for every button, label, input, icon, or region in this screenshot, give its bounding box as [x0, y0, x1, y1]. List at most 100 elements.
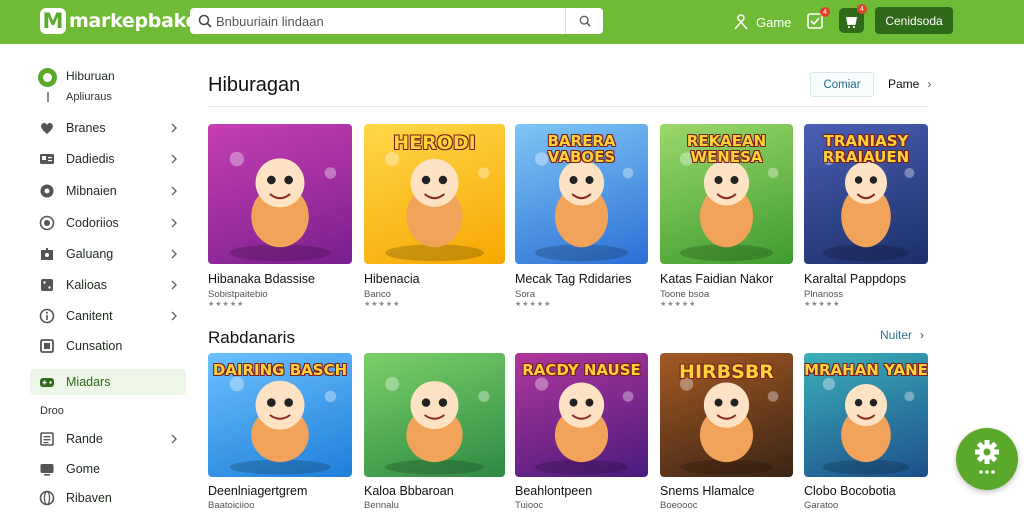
- game-logo-text: RACDY NAUSE: [522, 361, 641, 379]
- game-title[interactable]: Mecak Tag Rdidaries: [515, 272, 632, 286]
- sidebar-item-gome[interactable]: Gome: [30, 456, 186, 482]
- game-subtitle: Sobistpaitebio: [208, 289, 268, 300]
- chevron-right-icon: [171, 434, 177, 444]
- sidebar-item-miadars[interactable]: Miadars: [30, 369, 186, 395]
- chevron-right-icon: [171, 154, 177, 164]
- notifications-button[interactable]: 4: [806, 7, 830, 30]
- game-title[interactable]: Snems Hlamalce: [660, 484, 754, 498]
- game-subtitle: Bennalu: [364, 500, 399, 511]
- list-icon: [40, 432, 54, 446]
- sidebar-item-cunsation[interactable]: Cunsation: [30, 333, 186, 359]
- game-thumbnail[interactable]: TRANIASY RRAIAUEN: [804, 124, 928, 264]
- sidebar-item-rande[interactable]: Rande: [30, 426, 186, 452]
- section-title: Rabdanaris: [208, 328, 295, 347]
- sidebar-item-canitent[interactable]: Canitent: [30, 303, 186, 329]
- game-thumbnail[interactable]: REKAEAN WENESA: [660, 124, 793, 264]
- sidebar: Hiburuan Apliuraus Branes Dadiedis Mibnaie…: [0, 44, 190, 512]
- search-button[interactable]: [565, 8, 603, 34]
- sidebar-item-codoriios[interactable]: Codoriios: [30, 210, 186, 236]
- game-title[interactable]: Beahlontpeen: [515, 484, 592, 498]
- chevron-right-icon: [171, 123, 177, 133]
- game-title[interactable]: Hibenacia: [364, 272, 420, 286]
- game-thumbnail[interactable]: [208, 124, 352, 264]
- game-logo-text: HIRBSBR: [679, 361, 774, 383]
- game-title[interactable]: Karaltal Pappdops: [804, 272, 906, 286]
- chevron-right-icon: [171, 311, 177, 321]
- sidebar-item-label: Ribaven: [66, 491, 112, 505]
- tab-comiar[interactable]: Comiar: [810, 72, 874, 97]
- game-thumbnail[interactable]: [364, 353, 505, 477]
- cart-button[interactable]: 4: [839, 4, 867, 33]
- sidebar-item-mibnaien[interactable]: Mibnaien: [30, 178, 186, 204]
- section-more-link[interactable]: Nuiter ›: [880, 328, 924, 342]
- gear-icon: [975, 440, 999, 474]
- game-thumbnail[interactable]: HERODI: [364, 124, 505, 264]
- sidebar-item-kalioas[interactable]: Kalioas: [30, 272, 186, 298]
- game-link[interactable]: Game: [734, 0, 791, 44]
- game-thumbnail[interactable]: BARERA VABOES: [515, 124, 648, 264]
- chevron-right-icon: [171, 186, 177, 196]
- sidebar-item-label: Cunsation: [66, 339, 123, 353]
- chevron-right-icon: [171, 218, 177, 228]
- profile-name: Hiburuan: [66, 69, 115, 83]
- game-title[interactable]: Kaloa Bbbaroan: [364, 484, 454, 498]
- sidebar-item-dadiedis[interactable]: Dadiedis: [30, 146, 186, 172]
- game-thumbnail[interactable]: HIRBSBR: [660, 353, 793, 477]
- game-subtitle: Banco: [364, 289, 391, 300]
- square-icon: [40, 339, 54, 353]
- sidebar-item-galuang[interactable]: Galuang: [30, 241, 186, 267]
- game-subtitle: Baatoiciioo: [208, 500, 255, 511]
- rating-stars-icon: ★★★★★: [804, 301, 841, 308]
- more-link[interactable]: Pame ›: [888, 77, 931, 91]
- logo-mark: M: [40, 8, 66, 34]
- search-input[interactable]: [216, 11, 556, 31]
- tv-icon: [40, 464, 54, 476]
- game-art: [229, 151, 337, 262]
- game-title[interactable]: Hibanaka Bdassise: [208, 272, 315, 286]
- primary-cta-button[interactable]: Cenidsoda: [875, 7, 953, 34]
- sidebar-item-label: Canitent: [66, 309, 113, 323]
- notification-badge: 4: [820, 7, 830, 17]
- game-title[interactable]: Deenlniagertgrem: [208, 484, 307, 498]
- sidebar-item-label: Miadars: [66, 375, 111, 389]
- chevron-right-icon: ›: [927, 77, 932, 91]
- game-art: [385, 376, 490, 475]
- globe-icon: [39, 490, 55, 506]
- sidebar-item-label: Codoriios: [66, 216, 119, 230]
- game-thumbnail[interactable]: MRAHAN YANE: [804, 353, 928, 477]
- search-icon: [579, 15, 591, 27]
- divider-icon: [47, 92, 49, 102]
- sidebar-item-label: Gome: [66, 462, 101, 476]
- sidebar-item-ribaven[interactable]: Ribaven: [30, 485, 186, 511]
- info-icon: [39, 308, 55, 324]
- search-icon: [198, 14, 212, 28]
- game-logo-text: MRAHAN YANE: [804, 361, 928, 379]
- sidebar-item-branes[interactable]: Branes: [30, 115, 186, 141]
- game-link-label: Game: [756, 14, 792, 30]
- game-title[interactable]: Clobo Bocobotia: [804, 484, 896, 498]
- logo[interactable]: M markepbake: [40, 7, 198, 35]
- game-subtitle: Tuiooc: [515, 500, 544, 511]
- game-thumbnail[interactable]: RACDY NAUSE: [515, 353, 648, 477]
- top-bar: M markepbake Game 4: [0, 0, 1024, 44]
- game-subtitle: Boeoooc: [660, 500, 698, 511]
- chat-icon: [40, 184, 54, 198]
- rating-stars-icon: ★★★★★: [208, 301, 245, 308]
- game-thumbnail[interactable]: DAIRING BASCH: [208, 353, 352, 477]
- game-subtitle: Toone bsoa: [660, 289, 710, 300]
- search-bar: [190, 8, 603, 34]
- id-card-icon: [40, 154, 54, 164]
- cart-badge: 4: [857, 4, 867, 14]
- game-title[interactable]: Katas Faidian Nakor: [660, 272, 773, 286]
- divider: [208, 106, 928, 107]
- chevron-right-icon: [171, 249, 177, 259]
- rating-stars-icon: ★★★★★: [660, 301, 697, 308]
- target-icon: [39, 215, 55, 231]
- page-title: Hiburagan: [208, 74, 301, 96]
- rating-stars-icon: ★★★★★: [364, 301, 401, 308]
- puzzle-icon: [41, 248, 53, 260]
- sidebar-item-label: Dadiedis: [66, 152, 115, 166]
- settings-fab[interactable]: [956, 428, 1018, 490]
- heart-icon: [41, 122, 53, 134]
- dice-icon: [41, 279, 53, 291]
